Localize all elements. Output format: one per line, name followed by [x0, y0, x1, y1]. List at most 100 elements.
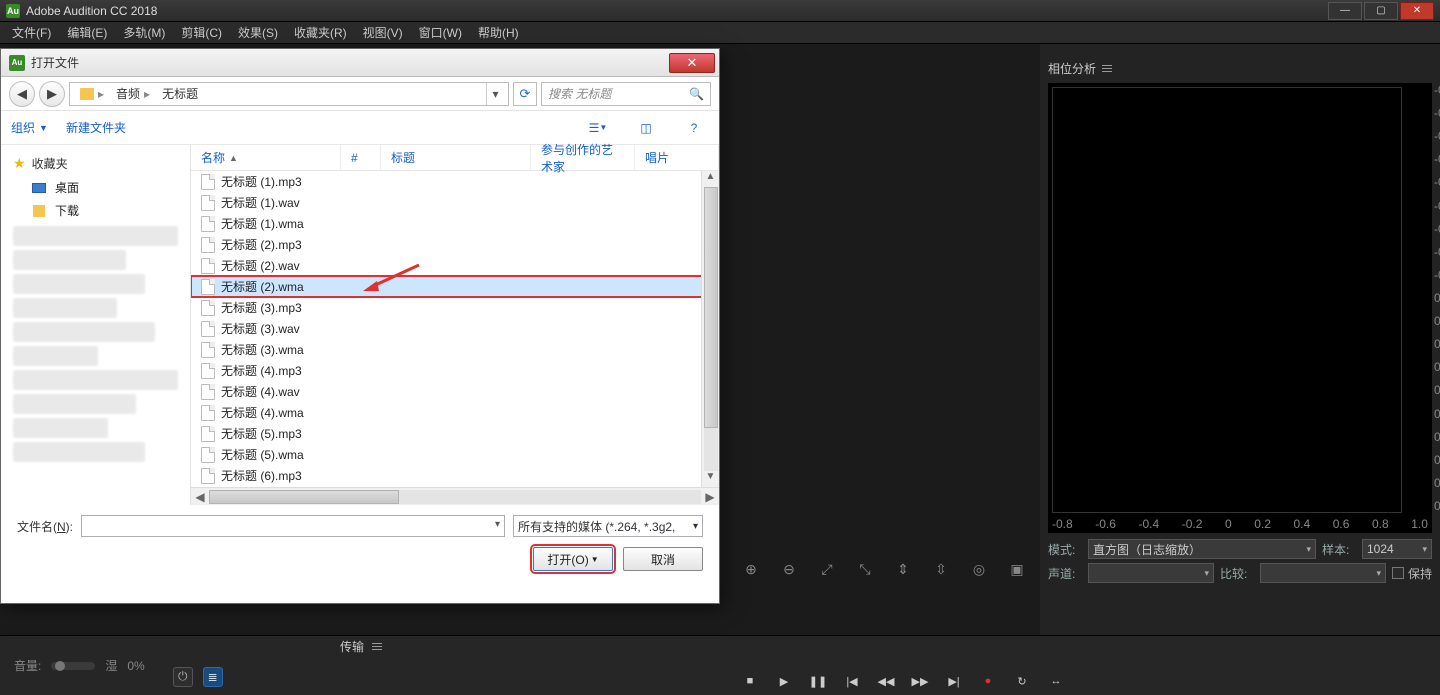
- organize-menu[interactable]: 组织 ▼: [11, 119, 48, 136]
- preset-button[interactable]: ≣: [203, 667, 223, 687]
- open-button[interactable]: 打开(O)▼: [533, 547, 613, 571]
- transport-controls: ■ ▶ ❚❚ |◀ ◀◀ ▶▶ ▶| ● ↻ ↔: [740, 671, 1066, 691]
- breadcrumb-dropdown[interactable]: ▾: [486, 83, 504, 105]
- nav-forward-button[interactable]: ▶: [39, 81, 65, 107]
- file-row[interactable]: 无标题 (1).wav: [191, 192, 719, 213]
- close-button[interactable]: ✕: [1400, 2, 1434, 20]
- chevron-down-icon[interactable]: ▾: [495, 519, 500, 530]
- preview-pane-button[interactable]: ◫: [631, 117, 661, 139]
- view-mode-button[interactable]: ☰ ▼: [583, 117, 613, 139]
- menu-effects[interactable]: 效果(S): [230, 22, 286, 43]
- zoom-fit-icon[interactable]: ⤢: [816, 558, 838, 580]
- file-row[interactable]: 无标题 (2).wma: [191, 276, 719, 297]
- sidebar-blur: [13, 394, 136, 414]
- file-row[interactable]: 无标题 (4).wma: [191, 402, 719, 423]
- refresh-button[interactable]: ⟳: [513, 82, 537, 106]
- menu-clip[interactable]: 剪辑(C): [173, 22, 230, 43]
- sidebar-item-downloads[interactable]: 下载: [1, 199, 190, 222]
- rewind-button[interactable]: ◀◀: [876, 671, 896, 691]
- file-row[interactable]: 无标题 (3).mp3: [191, 297, 719, 318]
- app-icon: Au: [6, 4, 20, 18]
- record-button[interactable]: ●: [978, 671, 998, 691]
- sample-value: 1024: [1367, 542, 1394, 556]
- scroll-right-icon[interactable]: ▶: [701, 490, 719, 504]
- col-title[interactable]: 标题: [381, 145, 531, 170]
- sample-select[interactable]: 1024 ▾: [1362, 539, 1432, 559]
- col-album[interactable]: 唱片: [635, 145, 719, 170]
- file-row[interactable]: 无标题 (2).wav: [191, 255, 719, 276]
- skip-start-button[interactable]: |◀: [842, 671, 862, 691]
- col-name[interactable]: 名称 ▲: [191, 145, 341, 170]
- vertical-scrollbar[interactable]: ▲ ▼: [701, 171, 719, 487]
- sidebar-item-desktop[interactable]: 桌面: [1, 176, 190, 199]
- file-row[interactable]: 无标题 (3).wma: [191, 339, 719, 360]
- col-number[interactable]: #: [341, 145, 381, 170]
- breadcrumb-seg-2[interactable]: 无标题: [156, 85, 204, 102]
- compare-select[interactable]: ▾: [1260, 563, 1386, 583]
- new-folder-button[interactable]: 新建文件夹: [66, 119, 126, 136]
- power-button[interactable]: ⏻: [173, 667, 193, 687]
- file-row[interactable]: 无标题 (6).mp3: [191, 465, 719, 486]
- filetype-select[interactable]: 所有支持的媒体 (*.264, *.3g2, ▾: [513, 515, 703, 537]
- panel-menu-icon[interactable]: [1102, 65, 1112, 72]
- chevron-down-icon: ▾: [1306, 544, 1311, 555]
- menu-file[interactable]: 文件(F): [4, 22, 59, 43]
- scroll-thumb[interactable]: [209, 490, 399, 504]
- menu-view[interactable]: 视图(V): [355, 22, 411, 43]
- help-button[interactable]: ?: [679, 117, 709, 139]
- menu-edit[interactable]: 编辑(E): [59, 22, 115, 43]
- file-row[interactable]: 无标题 (3).wav: [191, 318, 719, 339]
- file-row[interactable]: 无标题 (5).wma: [191, 444, 719, 465]
- breadcrumb-root[interactable]: ▸: [74, 87, 110, 101]
- menu-favorites[interactable]: 收藏夹(R): [286, 22, 355, 43]
- file-row[interactable]: 无标题 (5).mp3: [191, 423, 719, 444]
- menu-help[interactable]: 帮助(H): [470, 22, 527, 43]
- zoom-full-icon[interactable]: ▣: [1006, 558, 1028, 580]
- skip-selection-button[interactable]: ↔: [1046, 671, 1066, 691]
- search-input[interactable]: 搜索 无标题 🔍: [541, 82, 711, 106]
- mode-select[interactable]: 直方图（日志缩放） ▾: [1088, 539, 1316, 559]
- panel-menu-icon[interactable]: [372, 643, 382, 650]
- file-row[interactable]: 无标题 (2).mp3: [191, 234, 719, 255]
- stop-button[interactable]: ■: [740, 671, 760, 691]
- sidebar-favorites-header[interactable]: ★ 收藏夹: [1, 151, 190, 176]
- zoom-in-icon[interactable]: ⊕: [740, 558, 762, 580]
- scroll-up-icon[interactable]: ▲: [706, 171, 716, 187]
- zoom-out-icon[interactable]: ⊖: [778, 558, 800, 580]
- scroll-down-icon[interactable]: ▼: [706, 471, 716, 487]
- zoom-in-vertical-icon[interactable]: ⇕: [892, 558, 914, 580]
- zoom-selection-icon[interactable]: ⤡: [854, 558, 876, 580]
- file-row[interactable]: 无标题 (1).mp3: [191, 171, 719, 192]
- horizontal-scrollbar[interactable]: ◀ ▶: [191, 487, 719, 505]
- zoom-reset-icon[interactable]: ◎: [968, 558, 990, 580]
- file-list[interactable]: 无标题 (1).mp3无标题 (1).wav无标题 (1).wma无标题 (2)…: [191, 171, 719, 487]
- dialog-buttons: 打开(O)▼ 取消: [17, 547, 703, 571]
- play-button[interactable]: ▶: [774, 671, 794, 691]
- forward-button[interactable]: ▶▶: [910, 671, 930, 691]
- cancel-button[interactable]: 取消: [623, 547, 703, 571]
- pause-button[interactable]: ❚❚: [808, 671, 828, 691]
- breadcrumb-seg-1[interactable]: 音频 ▸: [110, 85, 156, 102]
- maximize-button[interactable]: ▢: [1364, 2, 1398, 20]
- volume-slider[interactable]: [51, 662, 95, 670]
- file-row[interactable]: 无标题 (4).mp3: [191, 360, 719, 381]
- channel-select[interactable]: ▾: [1088, 563, 1214, 583]
- filename-input[interactable]: ▾: [81, 515, 505, 537]
- zoom-out-vertical-icon[interactable]: ⇳: [930, 558, 952, 580]
- scroll-thumb[interactable]: [704, 187, 718, 428]
- menu-multitrack[interactable]: 多轨(M): [115, 22, 173, 43]
- loop-button[interactable]: ↻: [1012, 671, 1032, 691]
- scroll-left-icon[interactable]: ◀: [191, 490, 209, 504]
- file-row[interactable]: 无标题 (4).wav: [191, 381, 719, 402]
- hold-checkbox[interactable]: 保持: [1392, 565, 1432, 582]
- file-row[interactable]: 无标题 (1).wma: [191, 213, 719, 234]
- breadcrumb[interactable]: ▸ 音频 ▸ 无标题 ▾: [69, 82, 509, 106]
- col-artist[interactable]: 参与创作的艺术家: [531, 145, 635, 170]
- file-name: 无标题 (4).wma: [221, 404, 304, 421]
- nav-back-button[interactable]: ◀: [9, 81, 35, 107]
- dialog-close-button[interactable]: ✕: [669, 53, 715, 73]
- menu-window[interactable]: 窗口(W): [411, 22, 470, 43]
- minimize-button[interactable]: —: [1328, 2, 1362, 20]
- skip-end-button[interactable]: ▶|: [944, 671, 964, 691]
- file-row[interactable]: 无标题 (6).wma: [191, 486, 719, 487]
